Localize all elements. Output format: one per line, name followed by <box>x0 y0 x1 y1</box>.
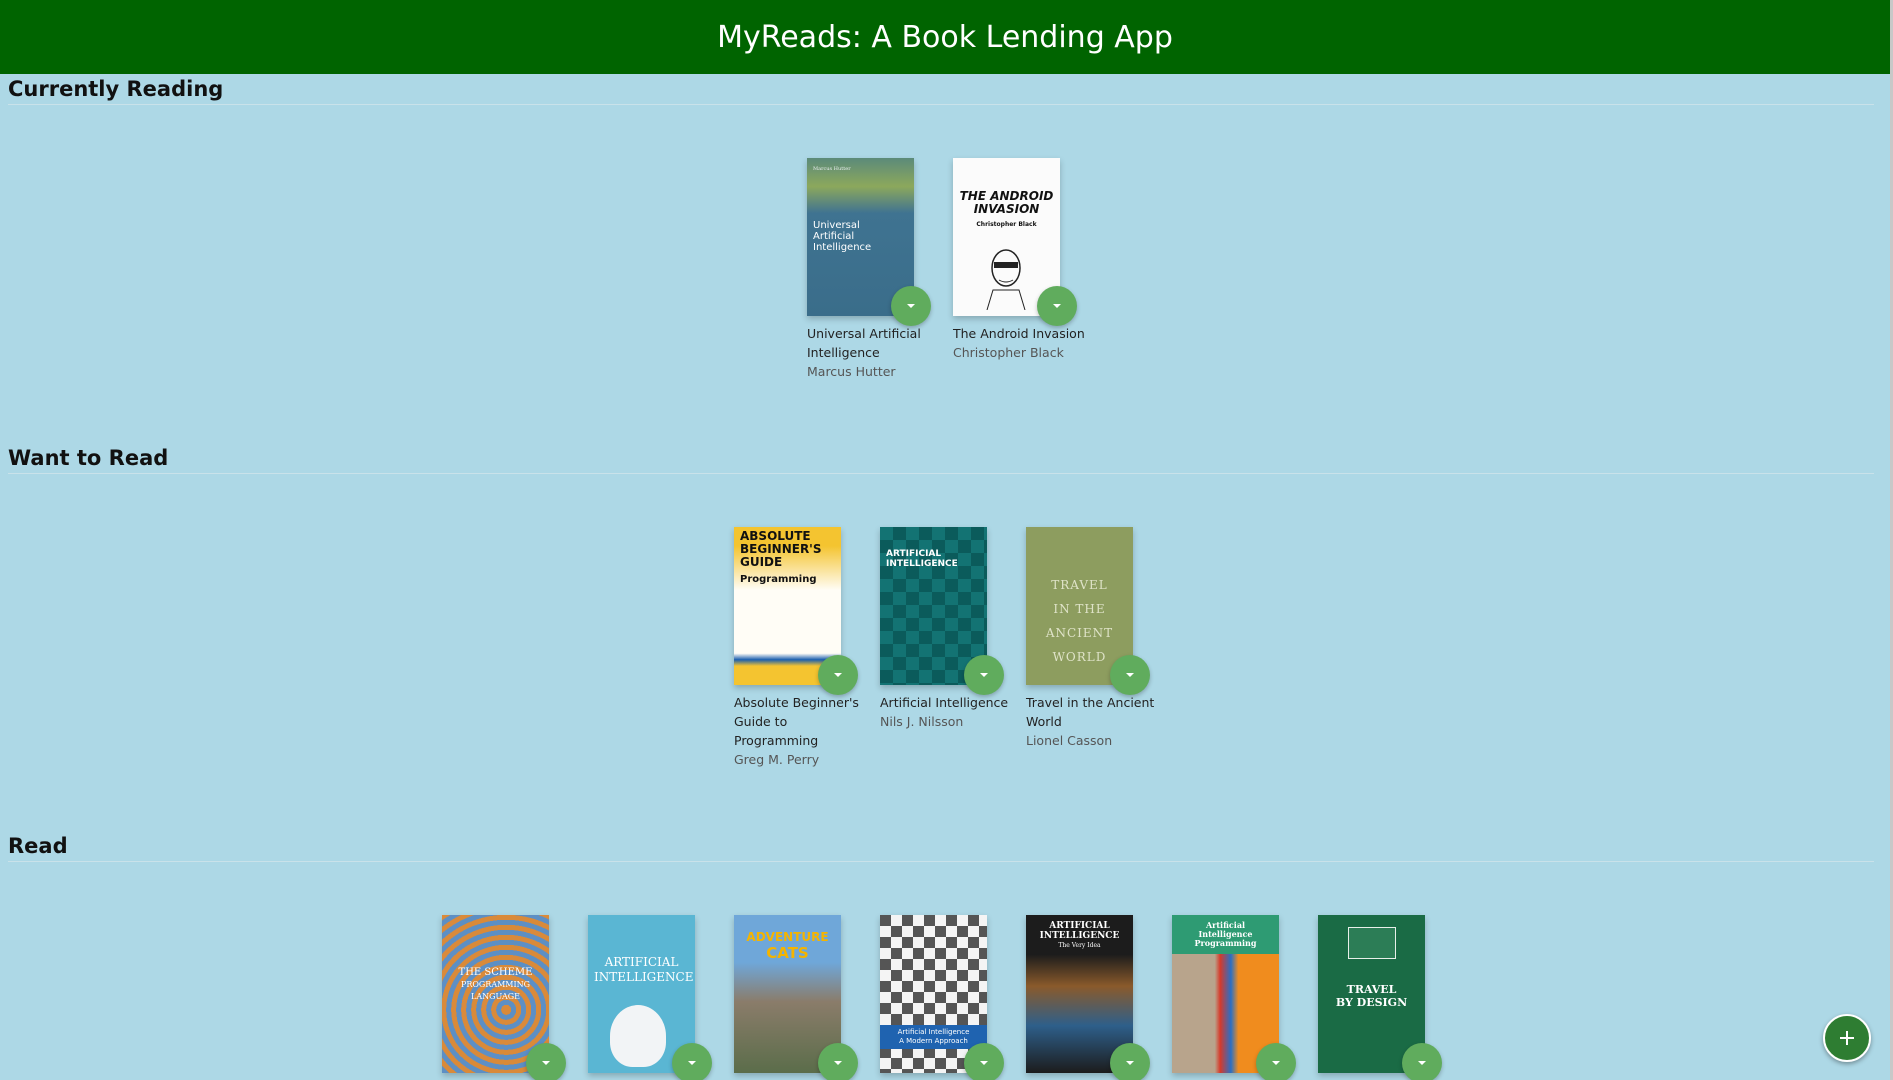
shelf-divider <box>8 104 1874 105</box>
chevron-down-icon <box>980 673 988 677</box>
shelf-changer-button[interactable] <box>964 655 1004 695</box>
book-authors: Marcus Hutter <box>807 364 896 379</box>
app-header: MyReads: A Book Lending App <box>0 0 1890 74</box>
book-title: Absolute Beginner's Guide to Programming <box>734 695 859 748</box>
chevron-down-icon <box>1053 304 1061 308</box>
chevron-down-icon <box>834 673 842 677</box>
shelf-changer-button[interactable] <box>526 1043 566 1080</box>
robot-dog-illustration <box>610 1005 666 1067</box>
shelf-changer-button[interactable] <box>1110 1043 1150 1080</box>
book-artificial-intelligence-nilsson[interactable]: ARTIFICIAL INTELLIGENCE Artificial Intel… <box>880 527 1020 731</box>
book-title: Universal Artificial Intelligence <box>807 326 921 360</box>
shelf-title-want-to-read: Want to Read <box>8 446 169 470</box>
chevron-down-icon <box>980 1061 988 1065</box>
book-the-android-invasion[interactable]: THE ANDROID INVASION Christopher Black T… <box>953 158 1093 362</box>
shelf-changer-button[interactable] <box>818 655 858 695</box>
book-read-7[interactable]: TRAVEL BY DESIGN <box>1318 915 1458 1080</box>
book-authors: Greg M. Perry <box>734 752 820 767</box>
app-title: MyReads: A Book Lending App <box>717 19 1173 55</box>
book-universal-artificial-intelligence[interactable]: Marcus Hutter Universal Artificial Intel… <box>807 158 947 381</box>
building-illustration <box>1348 927 1396 959</box>
shelf-title-currently-reading: Currently Reading <box>8 77 224 101</box>
book-title: Artificial Intelligence <box>880 695 1009 710</box>
book-read-5[interactable]: ARTIFICIAL INTELLIGENCE The Very Idea <box>1026 915 1166 1080</box>
chevron-down-icon <box>542 1061 550 1065</box>
shelf-divider <box>8 473 1874 474</box>
book-read-3[interactable]: ADVENTURE CATS <box>734 915 874 1080</box>
plus-icon <box>1840 1031 1854 1045</box>
shelf-title-read: Read <box>8 834 68 858</box>
book-read-1[interactable]: THE SCHEME PROGRAMMING LANGUAGE <box>442 915 582 1080</box>
add-book-button[interactable] <box>1823 1014 1871 1062</box>
shelf-divider <box>8 861 1874 862</box>
book-title: Travel in the Ancient World <box>1026 695 1155 729</box>
chevron-down-icon <box>834 1061 842 1065</box>
page: MyReads: A Book Lending App Currently Re… <box>0 0 1893 1080</box>
shelf-changer-button[interactable] <box>1037 286 1077 326</box>
chevron-down-icon <box>1126 1061 1134 1065</box>
book-authors: Nils J. Nilsson <box>880 714 964 729</box>
chevron-down-icon <box>688 1061 696 1065</box>
book-authors: Lionel Casson <box>1026 733 1113 748</box>
shelf-changer-button[interactable] <box>1256 1043 1296 1080</box>
chevron-down-icon <box>907 304 915 308</box>
book-read-6[interactable]: Artificial Intelligence Programming <box>1172 915 1312 1080</box>
chevron-down-icon <box>1272 1061 1280 1065</box>
book-title: The Android Invasion <box>953 326 1085 341</box>
book-absolute-beginners-guide[interactable]: ABSOLUTE BEGINNER'S GUIDE Programming Ab… <box>734 527 874 769</box>
book-read-4[interactable]: Artificial Intelligence A Modern Approac… <box>880 915 1020 1080</box>
shelf-changer-button[interactable] <box>891 286 931 326</box>
book-authors: Christopher Black <box>953 345 1064 360</box>
book-read-2[interactable]: ARTIFICIAL INTELLIGENCE <box>588 915 728 1080</box>
chevron-down-icon <box>1418 1061 1426 1065</box>
book-travel-in-the-ancient-world[interactable]: TRAVEL IN THE ANCIENT WORLD Travel in th… <box>1026 527 1166 750</box>
shelf-changer-button[interactable] <box>1110 655 1150 695</box>
shelf-changer-button[interactable] <box>672 1043 712 1080</box>
shelf-changer-button[interactable] <box>1402 1043 1442 1080</box>
robot-face-illustration <box>986 249 1026 310</box>
chevron-down-icon <box>1126 673 1134 677</box>
shelf-changer-button[interactable] <box>964 1043 1004 1080</box>
shelf-changer-button[interactable] <box>818 1043 858 1080</box>
